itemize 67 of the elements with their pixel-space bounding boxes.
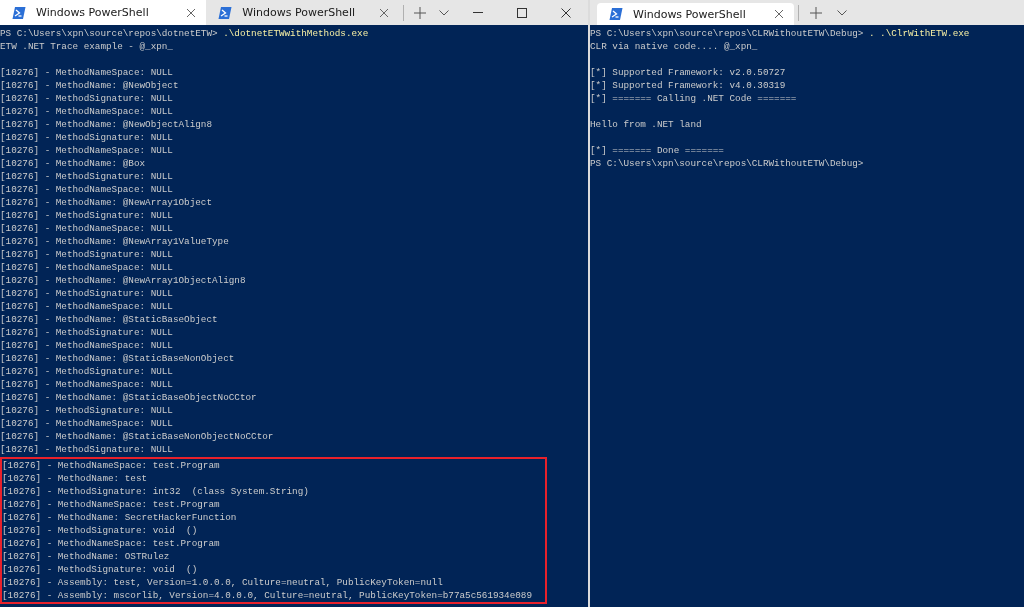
terminal-line: [10276] - MethodName: @Box [0,157,147,170]
prompt-text: PS C:\Users\xpn\source\repos\CLRWithoutETW\Debug> [590,28,865,39]
terminal-line: [10276] - MethodName: SecretHackerFunction [2,511,238,524]
close-icon[interactable] [378,7,389,18]
terminal-line: [10276] - MethodSignature: NULL [0,404,174,417]
terminal-line: [10276] - MethodName: @NewArray1Object [0,196,213,209]
terminal-line: [10276] - MethodSignature: NULL [0,287,174,300]
command-text: . .\ClrWithETW.exe [868,28,970,39]
terminal-line: [10276] - MethodNameSpace: NULL [0,339,174,352]
command-text: .\dotnetETWwithMethods.exe [223,28,369,39]
powershell-icon [609,7,623,21]
terminal-line: [10276] - MethodName: OSTRulez [2,550,171,563]
terminal-line: [10276] - MethodName: @NewObjectAlign8 [0,118,213,131]
terminal-line: [10276] - MethodSignature: void () [2,524,199,537]
terminal-line: [10276] - MethodName: @StaticBaseObjectNoCCtor [0,391,258,404]
terminal-line: [10276] - MethodName: @StaticBaseNonObjectNoCCtor [0,430,275,443]
terminal-line: [10276] - MethodSignature: NULL [0,443,174,456]
terminal-line: [10276] - MethodNameSpace: NULL [0,378,174,391]
terminal-line: [10276] - MethodName: @StaticBaseNonObject [0,352,236,365]
terminal-line: [10276] - MethodSignature: NULL [0,326,174,339]
terminal-line: [10276] - MethodNameSpace: NULL [0,105,174,118]
close-icon[interactable] [186,7,197,18]
chevron-down-icon[interactable] [837,9,847,16]
terminal-line: [*] ======= Calling .NET Code ======= [590,92,798,105]
terminal-line: [10276] - MethodName: @NewObject [0,79,180,92]
terminal-line: CLR via native code.... @_xpn_ [590,40,759,53]
terminal-line: [10276] - MethodName: @NewArray1ObjectAlign8 [0,274,247,287]
terminal-line: [10276] - MethodSignature: NULL [0,170,174,183]
terminal-line: [10276] - MethodNameSpace: test.Program [2,459,221,472]
tab[interactable]: Windows PowerShell [597,3,794,25]
terminal-line: ETW .NET Trace example - @_xpn_ [0,40,174,53]
terminal-line: [10276] - Assembly: test, Version=1.0.0.0, Culture=neutral, PublicKeyToken=null [2,576,444,589]
terminal-line: [10276] - MethodSignature: void () [2,563,199,576]
terminal-line: [10276] - MethodNameSpace: test.Program [2,498,221,511]
terminal-line: [*] Supported Framework: v4.0.30319 [590,79,787,92]
powershell-icon [12,5,26,20]
terminal-line: Hello from .NET land [590,118,703,131]
chevron-down-icon[interactable] [438,9,449,16]
terminal-line: [10276] - MethodName: test [2,472,149,485]
terminal-line: [10276] - MethodName: @NewArray1ValueType [0,235,230,248]
terminal-line: [10276] - MethodNameSpace: NULL [0,222,174,235]
prompt-text: PS C:\Users\xpn\source\repos\CLRWithoutETW\Debug> [590,158,864,169]
plus-icon[interactable] [413,6,426,19]
terminal-line: [*] ======= Done ======= [590,144,725,157]
terminal-line: [10276] - Assembly: mscorlib, Version=4.0.0.0, Culture=neutral, PublicKeyToken=b77a5c561934e089 [2,589,533,602]
terminal-line: [10276] - MethodNameSpace: NULL [0,144,174,157]
terminal-line: [10276] - MethodNameSpace: NULL [0,417,174,430]
terminal-line: [10276] - MethodSignature: NULL [0,248,174,261]
terminal-line: [10276] - MethodNameSpace: NULL [0,300,174,313]
powershell-icon [218,5,233,20]
terminal-line: [10276] - MethodNameSpace: test.Program [2,537,221,550]
maximize-icon[interactable] [517,7,527,18]
terminal-line: [10276] - MethodSignature: NULL [0,365,174,378]
terminal-line: [10276] - MethodNameSpace: NULL [0,66,174,79]
terminal-line: [10276] - MethodNameSpace: NULL [0,183,174,196]
terminal-line: [10276] - MethodNameSpace: NULL [0,261,174,274]
close-icon[interactable] [561,7,571,18]
tab[interactable]: Windows PowerShell [0,0,207,25]
terminal-line: [*] Supported Framework: v2.0.50727 [590,66,787,79]
plus-icon[interactable] [810,6,822,19]
terminal-line: [10276] - MethodName: @StaticBaseObject [0,313,219,326]
prompt-text: PS C:\Users\xpn\source\repos\dotnetETW> [0,28,219,39]
terminal-line: [10276] - MethodSignature: NULL [0,209,174,222]
terminal-line: [10276] - MethodSignature: NULL [0,92,174,105]
close-icon[interactable] [774,9,784,19]
terminal-line: [10276] - MethodSignature: int32 (class System.String) [2,485,310,498]
terminal-line: [10276] - MethodSignature: NULL [0,131,174,144]
